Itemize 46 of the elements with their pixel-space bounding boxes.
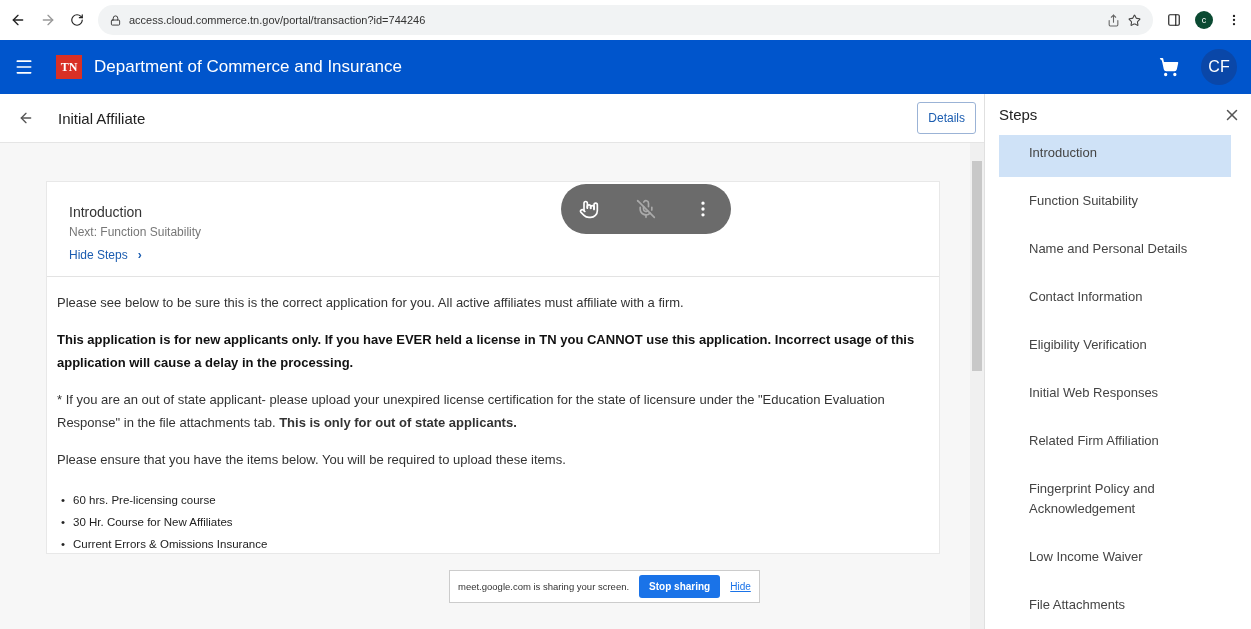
step-item[interactable]: Eligibility Verification: [999, 321, 1231, 369]
steps-title: Steps: [999, 106, 1038, 123]
user-avatar[interactable]: CF: [1201, 49, 1237, 85]
body-paragraph: Please see below to be sure this is the correct application for you. All active affiliates must affiliate with a firm.: [57, 294, 685, 312]
step-item[interactable]: Low Income Waiver: [999, 533, 1231, 581]
menu-icon[interactable]: [14, 57, 34, 77]
list-item: Current Errors & Omissions Insurance: [73, 537, 268, 552]
hide-link[interactable]: Hide: [730, 581, 751, 592]
step-item[interactable]: Related Firm Affiliation: [999, 417, 1231, 465]
reload-icon[interactable]: [70, 13, 84, 27]
back-icon[interactable]: [10, 12, 26, 28]
list-item: 60 hrs. Pre-licensing course: [73, 493, 216, 508]
bullet-mark: •: [61, 515, 66, 530]
side-panel-icon[interactable]: [1167, 13, 1181, 27]
step-item[interactable]: Introduction: [999, 135, 1231, 177]
step-item[interactable]: Contact Information: [999, 273, 1231, 321]
stop-sharing-button[interactable]: Stop sharing: [639, 575, 721, 598]
address-bar[interactable]: access.cloud.commerce.tn.gov/portal/transaction?id=744246: [98, 5, 1153, 35]
bullet-mark: •: [61, 537, 66, 552]
body-paragraph: * If you are an out of state applicant- please upload your unexpired license certification for the state of licensure under the "Education Evaluation Response" in the file attachments tab. This is only for out of state applicants.: [57, 391, 886, 432]
step-item[interactable]: File Attachments: [999, 581, 1231, 629]
app-title: Department of Commerce and Insurance: [94, 57, 404, 77]
step-item[interactable]: Fingerprint Policy and Acknowledgement: [999, 465, 1231, 533]
body-paragraph: This application is for new applicants only. If you have EVER held a license in TN you CANNOT use this application. Incorrect usage of this application will cause a delay in the processing.: [57, 331, 916, 372]
bookmark-star-icon[interactable]: [1128, 13, 1141, 27]
step-item[interactable]: Name and Personal Details: [999, 225, 1231, 273]
bullet-mark: •: [61, 493, 66, 508]
body-paragraph: Please ensure that you have the items below. You will be required to upload these items.: [57, 451, 567, 469]
cart-icon[interactable]: [1159, 57, 1179, 77]
hide-steps-link[interactable]: Hide Steps ›: [69, 248, 142, 262]
step-item[interactable]: Initial Web Responses: [999, 369, 1231, 417]
share-message: meet.google.com is sharing your screen.: [458, 581, 630, 592]
list-item: 30 Hr. Course for New Affiliates: [73, 515, 233, 530]
back-icon[interactable]: [18, 110, 34, 126]
url-text: access.cloud.commerce.tn.gov/portal/transaction?id=744246: [129, 14, 426, 26]
lock-icon: [110, 14, 121, 26]
share-icon[interactable]: [1107, 13, 1120, 27]
page-title: Initial Affiliate: [58, 109, 147, 127]
forward-icon[interactable]: [40, 12, 56, 28]
next-step-text: Next: Function Suitability: [69, 225, 202, 239]
card-title: Introduction: [69, 204, 143, 220]
step-item[interactable]: Function Suitability: [999, 177, 1231, 225]
hand-icon[interactable]: [579, 199, 600, 219]
profile-avatar[interactable]: c: [1195, 11, 1213, 29]
tn-logo: TN: [56, 55, 82, 79]
details-button[interactable]: Details: [917, 102, 976, 134]
